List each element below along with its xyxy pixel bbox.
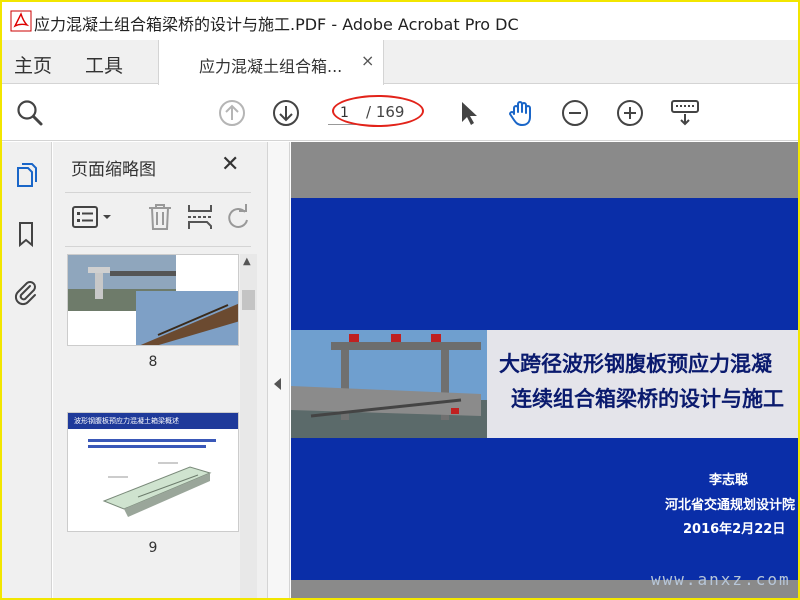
- thumbnail-page-9[interactable]: 波形钢腹板预应力混凝土箱梁概述: [67, 412, 239, 532]
- page-total: / 169: [366, 103, 405, 121]
- tab-document-label: 应力混凝土组合箱...: [199, 57, 343, 76]
- collapse-panel-icon[interactable]: [274, 378, 281, 390]
- page-up-icon[interactable]: [216, 97, 248, 129]
- panel-close-button[interactable]: ✕: [221, 152, 239, 177]
- keyboard-icon[interactable]: [669, 97, 701, 129]
- thumbnail-8-image: [68, 255, 238, 345]
- hand-tool-icon[interactable]: [505, 97, 537, 129]
- thumbnail-page-8[interactable]: [67, 254, 239, 346]
- scroll-up-icon[interactable]: ▲: [243, 256, 251, 267]
- thumbnail-page-number-8: 8: [148, 354, 158, 370]
- tab-document[interactable]: 应力混凝土组合箱... ×: [158, 40, 384, 85]
- toolbar: / 169: [2, 85, 798, 141]
- panel-divider-2: [65, 246, 251, 247]
- panel-title: 页面缩略图: [71, 160, 156, 180]
- page-number-input[interactable]: [328, 101, 358, 125]
- thumbnail-9-diagram: [102, 462, 212, 517]
- panel-splitter[interactable]: [267, 142, 290, 598]
- insert-page-icon[interactable]: [185, 202, 215, 232]
- thumbnail-page-number-9: 9: [148, 540, 158, 556]
- slide-title-line1: 大跨径波形钢腹板预应力混凝: [499, 352, 772, 376]
- pdf-page: 大跨径波形钢腹板预应力混凝 连续组合箱梁桥的设计与施工 李志聪 河北省交通规划设…: [291, 198, 798, 580]
- tab-bar: 主页 工具 应力混凝土组合箱... ×: [2, 40, 798, 85]
- thumbnail-9-text-line: [88, 439, 216, 442]
- scrollbar-thumb[interactable]: [242, 290, 255, 310]
- slide-organization: 河北省交通规划设计院: [665, 498, 796, 513]
- thumbnail-9-text-line: [88, 445, 206, 448]
- slide-date: 2016年2月22日: [683, 522, 786, 537]
- tab-close-button[interactable]: ×: [361, 51, 374, 70]
- slide-title-line2: 连续组合箱梁桥的设计与施工: [511, 387, 784, 411]
- document-view[interactable]: 大跨径波形钢腹板预应力混凝 连续组合箱梁桥的设计与施工 李志聪 河北省交通规划设…: [291, 142, 798, 598]
- panel-divider: [65, 192, 251, 193]
- watermark: www.anxz.com: [651, 570, 791, 589]
- bookmark-icon[interactable]: [12, 220, 40, 248]
- slide-construction-photo: [291, 330, 487, 438]
- tab-home[interactable]: 主页: [14, 51, 52, 78]
- select-arrow-icon[interactable]: [452, 97, 484, 129]
- thumbnail-options-icon[interactable]: [71, 202, 115, 232]
- zoom-search-icon[interactable]: [14, 97, 46, 129]
- tab-tools[interactable]: 工具: [85, 51, 123, 78]
- title-bar: 应力混凝土组合箱梁桥的设计与施工.PDF - Adobe Acrobat Pro…: [2, 2, 798, 40]
- thumbnail-9-heading: 波形钢腹板预应力混凝土箱梁概述: [74, 417, 179, 425]
- page-down-icon[interactable]: [270, 97, 302, 129]
- zoom-in-icon[interactable]: [614, 97, 646, 129]
- rotate-icon[interactable]: [225, 202, 251, 232]
- thumbnails-panel: 页面缩略图 ✕ 8 波形钢腹板预应力混凝土箱梁概述 9 ▲: [53, 142, 267, 598]
- left-nav-strip: [2, 142, 52, 598]
- acrobat-app-icon: [10, 10, 32, 32]
- thumbnail-scrollbar[interactable]: ▲: [240, 254, 257, 598]
- attachment-icon[interactable]: [12, 278, 40, 306]
- window-title: 应力混凝土组合箱梁桥的设计与施工.PDF - Adobe Acrobat Pro…: [34, 15, 519, 34]
- slide-author: 李志聪: [709, 473, 749, 488]
- delete-icon[interactable]: [145, 202, 175, 232]
- zoom-out-icon[interactable]: [559, 97, 591, 129]
- page-thumbnails-icon[interactable]: [12, 162, 40, 190]
